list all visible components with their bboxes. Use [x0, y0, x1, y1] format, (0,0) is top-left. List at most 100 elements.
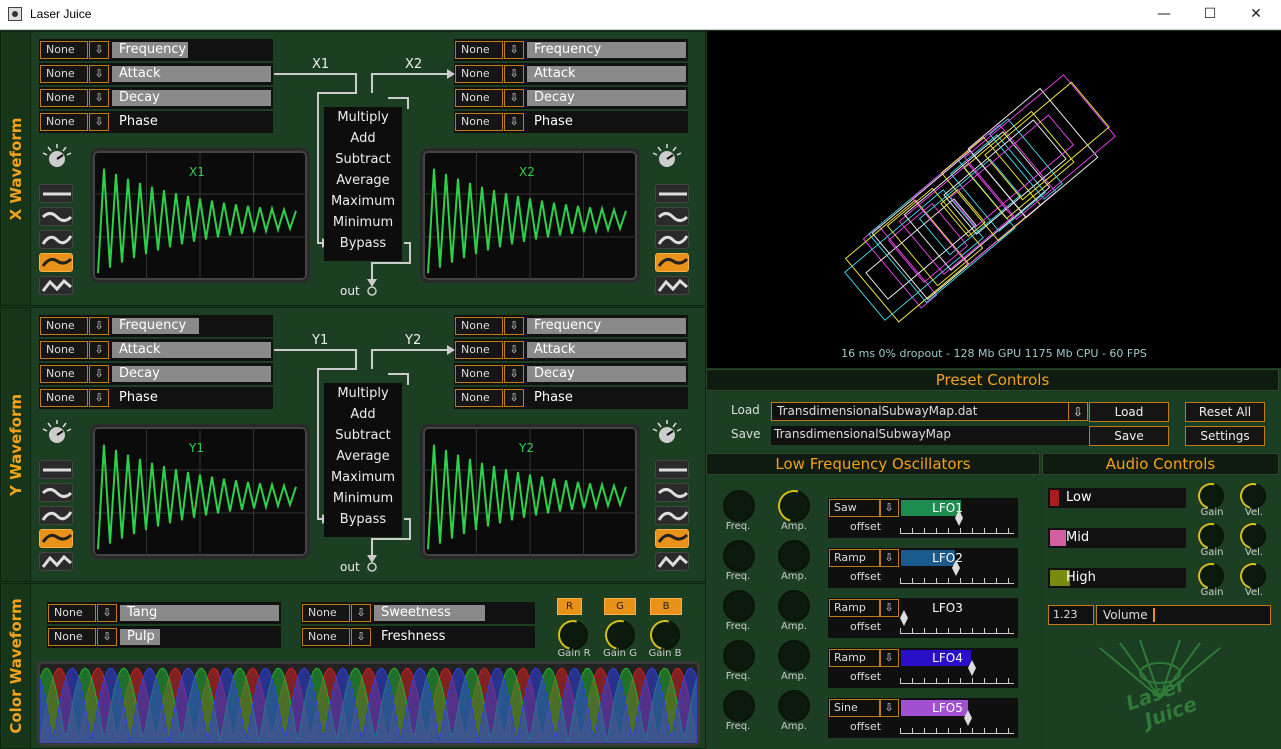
volume-slider[interactable]: Volume — [1096, 605, 1271, 625]
close-button[interactable]: ✕ — [1233, 0, 1279, 30]
y-left-flat-wave-button[interactable] — [39, 460, 73, 479]
x-op-minimum[interactable]: Minimum — [324, 212, 402, 233]
color-param-pulp[interactable]: None ⇩ Pulp — [47, 626, 281, 648]
modulation-source-select[interactable]: None — [302, 604, 350, 622]
lfo1-type-select[interactable]: Saw — [829, 499, 881, 517]
audio-mid-vel-knob[interactable] — [1235, 518, 1271, 554]
x-left-rising-sine-wave-button[interactable] — [39, 230, 73, 249]
x-left-gain-knob[interactable] — [40, 143, 74, 169]
y-right-flat-wave-button[interactable] — [655, 460, 689, 479]
y-op-maximum[interactable]: Maximum — [324, 467, 402, 488]
x-left-flat-wave-button[interactable] — [39, 184, 73, 203]
lfo4-amp-knob[interactable] — [778, 640, 810, 672]
y-right-sine-wave-button[interactable] — [655, 483, 689, 502]
audio-high-gain-knob[interactable] — [1193, 558, 1229, 594]
x-op-average[interactable]: Average — [324, 170, 402, 191]
x-left-sine-wave-button[interactable] — [39, 207, 73, 226]
x-right-zigzag-wave-button[interactable] — [655, 276, 689, 295]
y-op-average[interactable]: Average — [324, 446, 402, 467]
y-op-multiply[interactable]: Multiply — [324, 383, 402, 404]
lfo1-amp-knob[interactable] — [772, 484, 816, 528]
x-left-zigzag-wave-button[interactable] — [39, 276, 73, 295]
x-op-maximum[interactable]: Maximum — [324, 191, 402, 212]
lfo1-freq-knob[interactable] — [723, 490, 755, 522]
dropdown-arrow-icon[interactable]: ⇩ — [879, 499, 899, 517]
y-right-rising-sine-wave-button[interactable] — [655, 506, 689, 525]
x-right-sine-wave-button[interactable] — [655, 207, 689, 226]
maximize-button[interactable]: ☐ — [1187, 0, 1233, 30]
modulation-source-select[interactable]: None — [48, 628, 96, 646]
preset-file-select[interactable]: TransdimensionalSubwayMap.dat — [771, 402, 1069, 421]
gain-g-knob[interactable] — [599, 614, 641, 656]
y-right-zigzag-wave-button[interactable] — [655, 552, 689, 571]
y-op-minimum[interactable]: Minimum — [324, 488, 402, 509]
color-param-tang[interactable]: None ⇩ Tang — [47, 602, 281, 624]
lfo5-freq-knob[interactable] — [723, 690, 755, 722]
load-button[interactable]: Load — [1089, 402, 1169, 422]
dropdown-arrow-icon[interactable]: ⇩ — [879, 649, 899, 667]
y-op-bypass[interactable]: Bypass — [324, 509, 402, 530]
volume-value[interactable]: 1.23 — [1048, 605, 1094, 625]
color-param-sweetness[interactable]: None ⇩ Sweetness — [301, 602, 535, 624]
preset-dropdown-arrow[interactable]: ⇩ — [1068, 402, 1088, 421]
gain-r-knob[interactable] — [552, 614, 594, 656]
reset-all-button[interactable]: Reset All — [1185, 402, 1265, 422]
modulation-source-select[interactable]: None — [302, 628, 350, 646]
lfo3-type-select[interactable]: Ramp — [829, 599, 881, 617]
x-right-flat-wave-button[interactable] — [655, 184, 689, 203]
dropdown-arrow-icon[interactable]: ⇩ — [879, 599, 899, 617]
lfo4-type-select[interactable]: Ramp — [829, 649, 881, 667]
x-right-rising-sine-wave-button[interactable] — [655, 230, 689, 249]
y-right-warped-sine-wave-button[interactable] — [655, 529, 689, 548]
y-left-warped-sine-wave-button[interactable] — [39, 529, 73, 548]
lfo3-amp-knob[interactable] — [778, 590, 810, 622]
lfo3-freq-knob[interactable] — [723, 590, 755, 622]
color-param-freshness[interactable]: None ⇩ Freshness — [301, 626, 535, 648]
audio-high-band[interactable]: High — [1048, 568, 1186, 588]
x-op-bypass[interactable]: Bypass — [324, 233, 402, 254]
audio-mid-band[interactable]: Mid — [1048, 528, 1186, 548]
modulation-source-select[interactable]: None — [48, 604, 96, 622]
blue-channel-toggle[interactable]: B — [650, 598, 682, 615]
settings-button[interactable]: Settings — [1185, 426, 1265, 446]
dropdown-arrow-icon[interactable]: ⇩ — [97, 604, 117, 622]
x-operation-menu[interactable]: Multiply Add Subtract Average Maximum Minimum… — [324, 107, 402, 261]
minimize-button[interactable]: — — [1141, 0, 1187, 30]
lfo1-offset-slider[interactable] — [900, 522, 1014, 534]
red-channel-toggle[interactable]: R — [557, 598, 582, 615]
preset-name-input[interactable]: TransdimensionalSubwayMap — [771, 426, 1089, 445]
y-left-zigzag-wave-button[interactable] — [39, 552, 73, 571]
green-channel-toggle[interactable]: G — [604, 598, 636, 615]
y-operation-menu[interactable]: Multiply Add Subtract Average Maximum Minimum… — [324, 383, 402, 537]
dropdown-arrow-icon[interactable]: ⇩ — [351, 628, 371, 646]
dropdown-arrow-icon[interactable]: ⇩ — [351, 604, 371, 622]
lfo4-offset-slider[interactable] — [900, 672, 1014, 684]
y-left-gain-knob[interactable] — [40, 419, 74, 445]
y-op-subtract[interactable]: Subtract — [324, 425, 402, 446]
audio-low-band[interactable]: Low — [1048, 488, 1186, 508]
x-right-warped-sine-wave-button[interactable] — [655, 253, 689, 272]
x-left-warped-sine-wave-button[interactable] — [39, 253, 73, 272]
lfo2-type-select[interactable]: Ramp — [829, 549, 881, 567]
audio-high-vel-knob[interactable] — [1235, 558, 1271, 594]
x-op-multiply[interactable]: Multiply — [324, 107, 402, 128]
save-button[interactable]: Save — [1089, 426, 1169, 446]
lfo2-amp-knob[interactable] — [778, 540, 810, 572]
dropdown-arrow-icon[interactable]: ⇩ — [97, 628, 117, 646]
x-right-gain-knob[interactable] — [650, 143, 684, 169]
audio-low-gain-knob[interactable] — [1193, 478, 1229, 514]
x-op-add[interactable]: Add — [324, 128, 402, 149]
lfo4-freq-knob[interactable] — [723, 640, 755, 672]
dropdown-arrow-icon[interactable]: ⇩ — [879, 699, 899, 717]
lfo3-offset-slider[interactable] — [900, 622, 1014, 634]
lfo2-freq-knob[interactable] — [723, 540, 755, 572]
dropdown-arrow-icon[interactable]: ⇩ — [879, 549, 899, 567]
lfo5-type-select[interactable]: Sine — [829, 699, 881, 717]
y-right-gain-knob[interactable] — [650, 419, 684, 445]
audio-low-vel-knob[interactable] — [1235, 478, 1271, 514]
gain-b-knob[interactable] — [644, 614, 686, 656]
y-left-sine-wave-button[interactable] — [39, 483, 73, 502]
x-op-subtract[interactable]: Subtract — [324, 149, 402, 170]
y-left-rising-sine-wave-button[interactable] — [39, 506, 73, 525]
y-op-add[interactable]: Add — [324, 404, 402, 425]
